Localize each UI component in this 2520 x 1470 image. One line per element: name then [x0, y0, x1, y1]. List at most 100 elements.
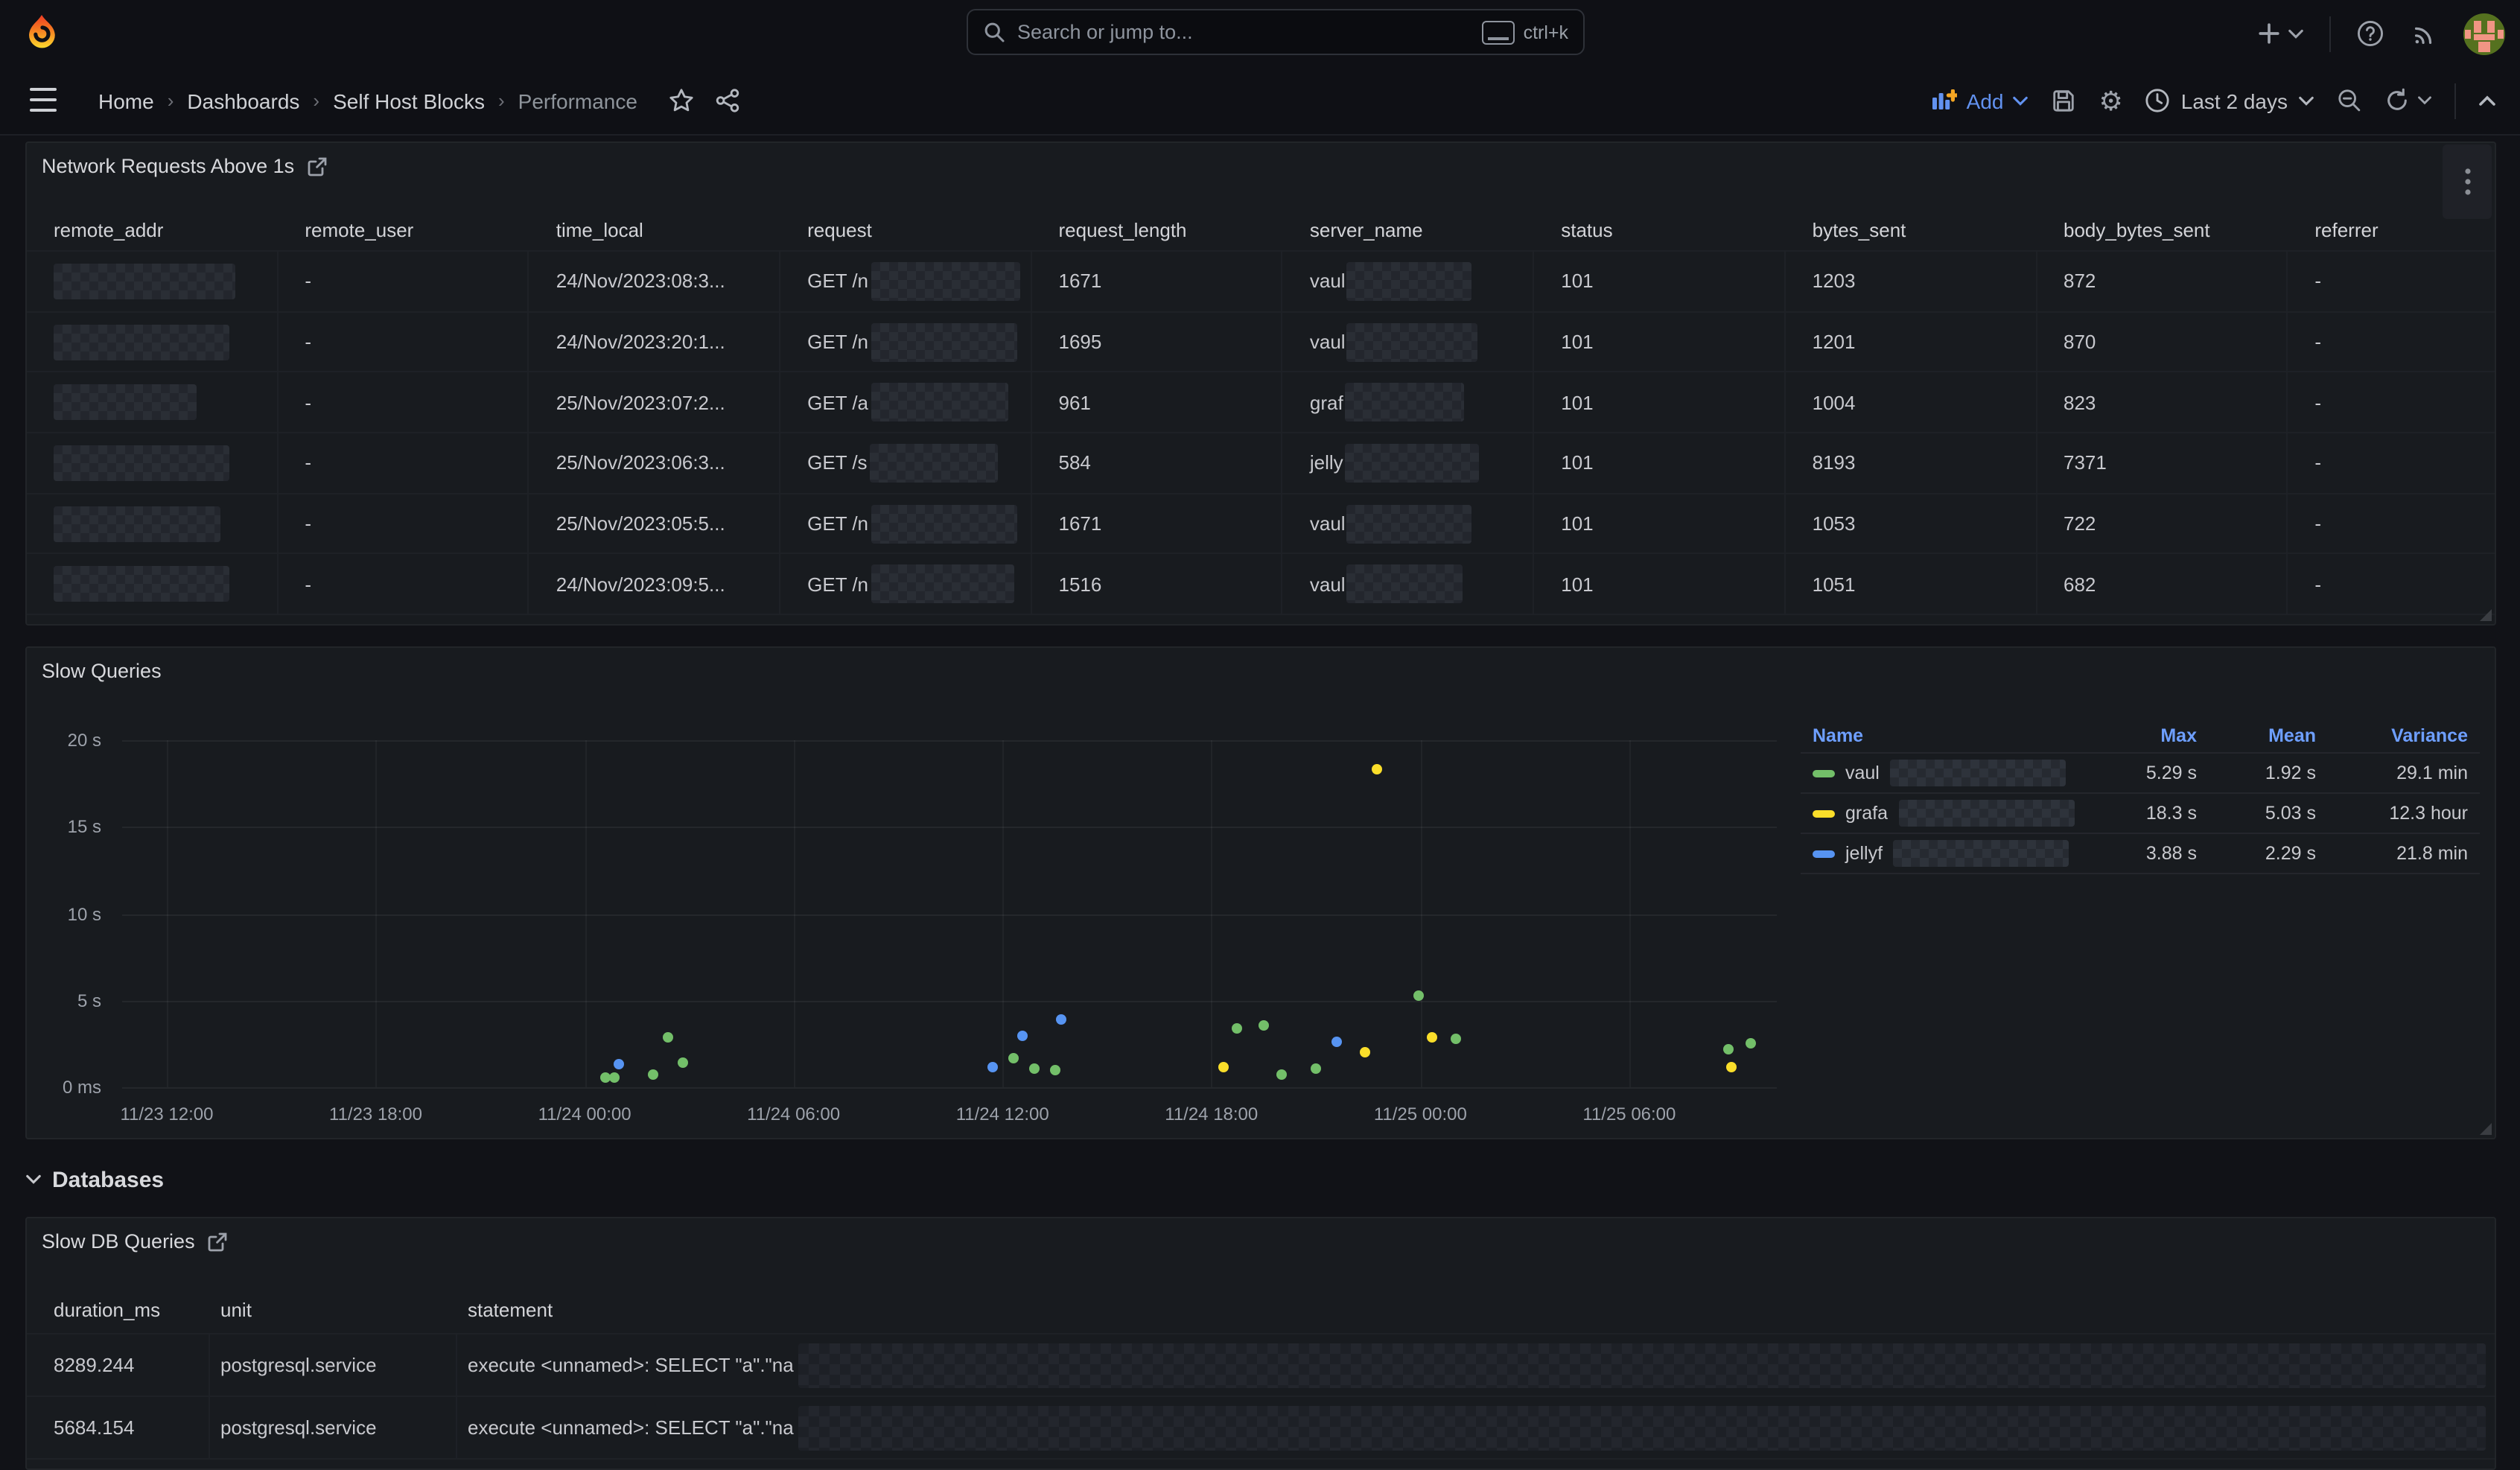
panel-title[interactable]: Network Requests Above 1s: [42, 155, 327, 177]
column-header-statement[interactable]: statement: [457, 1290, 2495, 1330]
cell-status: 101: [1534, 312, 1785, 371]
panel-menu-button[interactable]: [2443, 144, 2492, 219]
scatter-point[interactable]: [1049, 1065, 1060, 1075]
scatter-point[interactable]: [1331, 1037, 1341, 1047]
scatter-point[interactable]: [1276, 1069, 1286, 1080]
cell-time-local: 25/Nov/2023:07:2...: [529, 373, 780, 432]
search-icon: [983, 21, 1005, 43]
top-nav-bar: Search or jump to... ctrl+k: [0, 0, 2520, 69]
cell-server-name: vaul: [1283, 312, 1534, 371]
user-avatar[interactable]: [2463, 13, 2505, 54]
column-header-status[interactable]: status: [1534, 210, 1785, 250]
scatter-point[interactable]: [1218, 1061, 1228, 1072]
table-row[interactable]: -25/Nov/2023:06:3...GET /s584jelly101819…: [27, 433, 2495, 494]
panel-network-requests: Network Requests Above 1s remote_addrrem…: [25, 141, 2496, 626]
legend-row[interactable]: vaul5.29 s1.92 s29.1 min: [1801, 752, 2480, 792]
scatter-point[interactable]: [1413, 990, 1423, 1001]
redacted-blur: [1345, 383, 1464, 421]
star-icon[interactable]: [669, 88, 694, 113]
table-row[interactable]: -25/Nov/2023:05:5...GET /n1671vaul101105…: [27, 494, 2495, 555]
redacted-blur: [54, 506, 220, 541]
help-icon[interactable]: [2356, 19, 2384, 48]
breadcrumb-home[interactable]: Home: [98, 89, 154, 112]
panel-resize-handle[interactable]: [2480, 609, 2492, 621]
scatter-point[interactable]: [1311, 1063, 1321, 1073]
legend-max: 5.29 s: [2093, 763, 2197, 783]
cell-server-name: vaul: [1283, 252, 1534, 311]
column-header-request_length[interactable]: request_length: [1032, 210, 1283, 250]
cell-request-length: 1671: [1032, 252, 1283, 311]
scatter-point[interactable]: [1009, 1052, 1019, 1063]
scatter-point[interactable]: [608, 1072, 619, 1083]
scatter-point[interactable]: [1055, 1015, 1066, 1025]
legend-row[interactable]: grafa18.3 s5.03 s12.3 hour: [1801, 792, 2480, 833]
cell-status: 101: [1534, 373, 1785, 432]
new-button[interactable]: [2258, 22, 2304, 45]
column-header-unit[interactable]: unit: [210, 1290, 457, 1330]
save-icon[interactable]: [2052, 88, 2077, 113]
column-header-time_local[interactable]: time_local: [529, 210, 780, 250]
zoom-out-icon[interactable]: [2337, 88, 2362, 113]
scatter-point[interactable]: [1746, 1039, 1757, 1049]
column-header-remote_user[interactable]: remote_user: [278, 210, 529, 250]
scatter-point[interactable]: [1725, 1061, 1736, 1072]
external-link-icon[interactable]: [207, 1231, 228, 1252]
scatter-point[interactable]: [1360, 1047, 1370, 1057]
scatter-point[interactable]: [1427, 1033, 1437, 1043]
scatter-point[interactable]: [648, 1069, 658, 1080]
section-row-databases[interactable]: Databases: [25, 1162, 164, 1197]
legend-series-name[interactable]: vaul: [1801, 760, 2093, 786]
scatter-point[interactable]: [614, 1060, 625, 1070]
search-input[interactable]: Search or jump to... ctrl+k: [967, 9, 1585, 55]
table-row[interactable]: -24/Nov/2023:20:1...GET /n1695vaul101120…: [27, 312, 2495, 372]
scatter-point[interactable]: [1722, 1044, 1733, 1054]
column-header-server_name[interactable]: server_name: [1283, 210, 1534, 250]
refresh-icon[interactable]: [2384, 88, 2432, 113]
add-button[interactable]: Add: [1932, 89, 2029, 112]
breadcrumb-folder[interactable]: Self Host Blocks: [333, 89, 485, 112]
scatter-point[interactable]: [678, 1057, 689, 1068]
cell-remote-addr: [27, 555, 278, 614]
legend-series-name[interactable]: jellyf: [1801, 840, 2093, 867]
chevron-down-icon: [25, 1174, 42, 1186]
cell-duration-ms: 8289.244: [27, 1334, 210, 1396]
chart-gridline: [122, 1001, 1777, 1002]
table-row[interactable]: -25/Nov/2023:07:2...GET /a961graf1011004…: [27, 373, 2495, 433]
external-link-icon[interactable]: [306, 156, 327, 176]
scatter-point[interactable]: [1259, 1020, 1269, 1031]
table-row[interactable]: -24/Nov/2023:09:5...GET /n1516vaul101105…: [27, 555, 2495, 615]
table-row[interactable]: 5684.154postgresql.serviceexecute <unnam…: [27, 1397, 2495, 1460]
grafana-logo-icon[interactable]: [22, 13, 61, 52]
cell-body-bytes-sent: 823: [2037, 373, 2288, 432]
time-range-picker[interactable]: Last 2 days: [2145, 88, 2314, 113]
breadcrumb-dashboards[interactable]: Dashboards: [187, 89, 299, 112]
scatter-point[interactable]: [1018, 1031, 1028, 1041]
search-shortcut: ctrl+k: [1482, 20, 1568, 44]
redacted-blur: [54, 445, 229, 481]
panel-title[interactable]: Slow Queries: [42, 660, 162, 682]
table-row[interactable]: 8289.244postgresql.serviceexecute <unnam…: [27, 1334, 2495, 1397]
panel-title[interactable]: Slow DB Queries: [42, 1230, 228, 1253]
column-header-duration_ms[interactable]: duration_ms: [27, 1290, 210, 1330]
column-header-body_bytes_sent[interactable]: body_bytes_sent: [2037, 210, 2288, 250]
scatter-point[interactable]: [1372, 765, 1382, 775]
scatter-point[interactable]: [1232, 1023, 1243, 1034]
settings-gear-icon[interactable]: ⚙: [2099, 87, 2123, 114]
scatter-point[interactable]: [987, 1062, 997, 1072]
scatter-point[interactable]: [1450, 1034, 1460, 1044]
legend-series-name[interactable]: grafa: [1801, 800, 2093, 827]
scatter-point[interactable]: [663, 1033, 673, 1043]
legend-row[interactable]: jellyf3.88 s2.29 s21.8 min: [1801, 833, 2480, 874]
news-icon[interactable]: [2410, 19, 2438, 48]
panel-resize-handle[interactable]: [2480, 1123, 2492, 1135]
column-header-referrer[interactable]: referrer: [2288, 210, 2495, 250]
table-row[interactable]: -24/Nov/2023:08:3...GET /n1671vaul101120…: [27, 252, 2495, 312]
collapse-toolbar-icon[interactable]: [2478, 94, 2496, 107]
column-header-request[interactable]: request: [780, 210, 1031, 250]
column-header-bytes_sent[interactable]: bytes_sent: [1786, 210, 2037, 250]
share-icon[interactable]: [715, 88, 740, 113]
column-header-remote_addr[interactable]: remote_addr: [27, 210, 278, 250]
cell-request-length: 584: [1032, 433, 1283, 492]
scatter-point[interactable]: [1029, 1064, 1040, 1075]
menu-icon[interactable]: [30, 88, 57, 112]
